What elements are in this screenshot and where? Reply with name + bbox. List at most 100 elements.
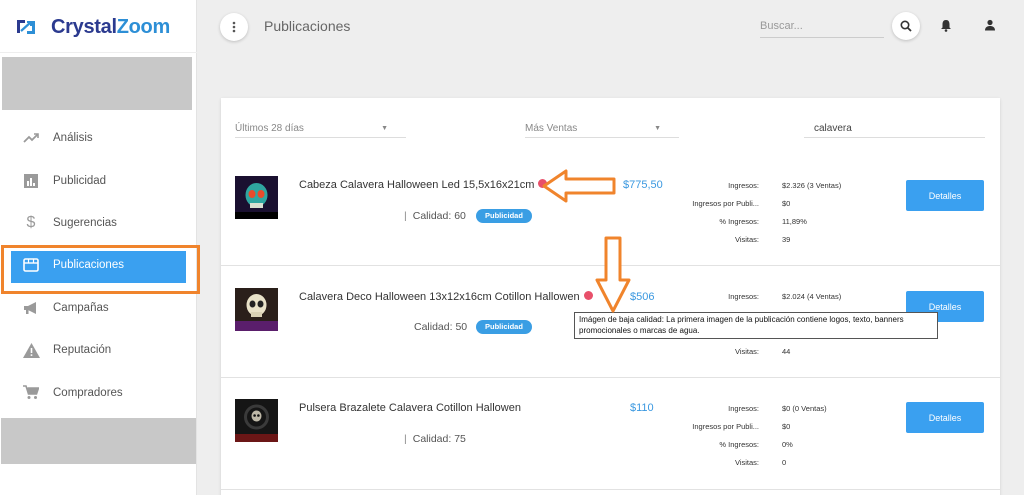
quality-score: Calidad: 50 <box>414 321 467 333</box>
storefront-icon <box>22 256 40 274</box>
product-title-text: Cabeza Calavera Halloween Led 15,5x16x21… <box>299 179 535 191</box>
more-vert-icon <box>232 21 236 33</box>
sidebar-item-label: Análisis <box>53 132 93 145</box>
person-icon <box>985 19 995 31</box>
annotation-down-arrow-icon <box>595 236 631 313</box>
stat-value: $0 (0 Ventas) <box>782 404 827 413</box>
product-row-3 <box>221 378 1000 490</box>
period-select-value: Últimos 28 días <box>235 123 304 134</box>
ad-badge: Publicidad <box>476 320 532 334</box>
stat-label: Ingresos por Publi... <box>692 422 759 431</box>
sidebar-item-analisis[interactable]: Análisis <box>0 117 197 159</box>
stat-label: Ingresos: <box>728 181 759 190</box>
stat-label: Visitas: <box>734 458 759 467</box>
sidebar-item-compradores[interactable]: Compradores <box>0 371 197 413</box>
caret-down-icon: ▼ <box>654 125 661 132</box>
cart-icon <box>22 384 40 402</box>
low-quality-tooltip: Imágen de baja calidad: La primera image… <box>574 312 938 339</box>
sidebar-item-label: Sugerencias <box>53 216 117 229</box>
product-title-text: Calavera Deco Halloween 13x12x16cm Cotil… <box>299 291 580 303</box>
stat-value: $2.326 (3 Ventas) <box>782 181 842 190</box>
sidebar-item-label: Compradores <box>53 386 123 399</box>
stat-value: 39 <box>782 235 791 244</box>
sidebar-item-campanas[interactable]: Campañas <box>0 287 197 329</box>
quality-label: Calidad: <box>412 433 452 445</box>
stat-value: 11,89% <box>782 217 807 226</box>
notifications-button[interactable] <box>938 17 954 33</box>
sidebar-item-sugerencias[interactable]: $ Sugerencias <box>0 202 197 244</box>
page-title: Publicaciones <box>264 18 351 34</box>
product-title-text: Pulsera Brazalete Calavera Cotillon Hall… <box>299 402 521 414</box>
stat-label: Ingresos por Publi... <box>692 199 759 208</box>
stat-label: Visitas: <box>734 347 759 356</box>
sidebar-item-label: Publicidad <box>53 174 107 187</box>
bar-chart-icon <box>22 172 40 190</box>
quality-value: 75 <box>454 433 466 445</box>
crystalzoom-logo-icon <box>17 20 35 34</box>
dollar-icon: $ <box>26 213 36 231</box>
brand-name: CrystalZoom <box>51 15 170 38</box>
sidebar-item-label: Campañas <box>53 301 109 314</box>
search-icon <box>900 20 912 32</box>
search-button[interactable] <box>892 12 920 40</box>
trending-up-icon <box>22 129 40 147</box>
bracelet-image <box>235 399 278 442</box>
ad-badge: Publicidad <box>476 209 532 223</box>
period-select[interactable]: Últimos 28 días ▼ <box>235 118 406 138</box>
separator: | <box>404 210 407 222</box>
quality-value: 50 <box>455 321 468 333</box>
low-quality-warning-icon[interactable] <box>583 291 593 300</box>
details-button[interactable]: Detalles <box>906 180 984 211</box>
stat-label: Ingresos: <box>728 404 759 413</box>
separator: | <box>404 433 407 445</box>
quality-value: 60 <box>454 210 466 222</box>
sidebar-item-label: Reputación <box>53 344 112 357</box>
stat-label: Visitas: <box>734 235 759 244</box>
sidebar-nav: Análisis Publicidad $ Sugerencias Public… <box>0 117 200 414</box>
product-title[interactable]: Calavera Deco Halloween 13x12x16cm Cotil… <box>299 291 593 303</box>
logo-divider <box>0 52 197 53</box>
sidebar-footer-placeholder <box>1 418 196 464</box>
skull-led-image <box>235 176 278 219</box>
stat-label: % Ingresos: <box>719 217 759 226</box>
warning-icon <box>22 341 40 359</box>
stat-value: 44 <box>782 347 791 356</box>
quality-label: Calidad: <box>414 321 453 333</box>
brand-logo[interactable]: CrystalZoom <box>15 14 170 40</box>
sidebar-item-publicaciones[interactable]: Publicaciones <box>0 244 200 295</box>
stat-value: $2.024 (4 Ventas) <box>782 292 842 301</box>
product-title[interactable]: Cabeza Calavera Halloween Led 15,5x16x21… <box>299 179 548 191</box>
quality-label: Calidad: <box>412 210 452 222</box>
sort-select[interactable]: Más Ventas ▼ <box>525 118 679 138</box>
user-panel-placeholder <box>2 57 192 110</box>
stat-value: 0% <box>782 440 793 449</box>
bell-icon <box>941 19 951 32</box>
sidebar-item-label: Publicaciones <box>53 259 124 272</box>
sidebar-item-reputacion[interactable]: Reputación <box>0 329 197 371</box>
stat-value: $0 <box>782 199 791 208</box>
product-thumbnail[interactable] <box>235 288 278 331</box>
more-vert-button[interactable] <box>220 13 248 41</box>
product-thumbnail[interactable] <box>235 176 278 219</box>
annotation-left-arrow-icon <box>542 169 616 203</box>
query-input[interactable]: calavera <box>804 118 985 138</box>
details-button[interactable]: Detalles <box>906 402 984 433</box>
sidebar: CrystalZoom Análisis Publicidad $ Sugere… <box>0 0 200 495</box>
stat-label: Ingresos: <box>728 292 759 301</box>
stat-value: 0 <box>782 458 787 467</box>
account-button[interactable] <box>982 17 998 33</box>
skull-deco-image <box>235 288 278 331</box>
product-title[interactable]: Pulsera Brazalete Calavera Cotillon Hall… <box>299 402 521 414</box>
top-bar: Publicaciones <box>198 0 1024 55</box>
sort-select-value: Más Ventas <box>525 123 578 134</box>
caret-down-icon: ▼ <box>381 125 388 132</box>
search-input[interactable] <box>760 14 884 38</box>
sidebar-item-publicidad[interactable]: Publicidad <box>0 159 197 201</box>
quality-score: | Calidad: 60 <box>404 210 466 222</box>
stat-value: $0 <box>782 422 791 431</box>
quality-score: | Calidad: 75 <box>404 433 466 445</box>
query-input-value: calavera <box>814 123 852 134</box>
product-thumbnail[interactable] <box>235 399 278 442</box>
stat-label: % Ingresos: <box>719 440 759 449</box>
megaphone-icon <box>22 299 40 317</box>
